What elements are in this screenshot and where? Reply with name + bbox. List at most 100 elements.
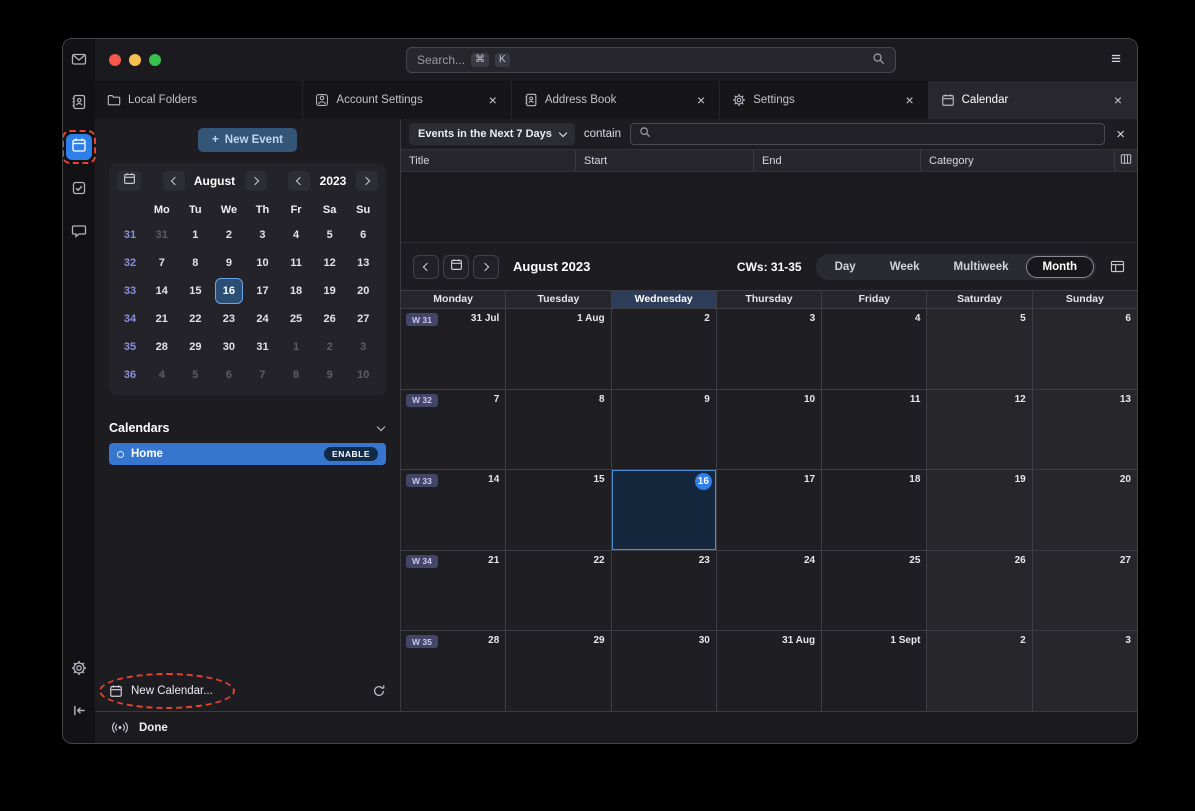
global-search-bar[interactable]: Search... ⌘ K — [406, 47, 896, 73]
new-calendar-button[interactable]: New Calendar... — [131, 685, 213, 697]
month-cell[interactable]: 19 — [927, 470, 1032, 550]
mini-calendar-day[interactable]: 8 — [283, 363, 309, 387]
mini-calendar-day[interactable]: 25 — [283, 307, 309, 331]
next-period-button[interactable] — [473, 255, 499, 279]
mini-calendar-day[interactable]: 17 — [249, 279, 275, 303]
enable-badge[interactable]: ENABLE — [324, 447, 378, 461]
month-day-header[interactable]: Tuesday — [506, 291, 611, 308]
mini-calendar-day[interactable]: 1 — [182, 223, 208, 247]
mini-calendar-day[interactable]: 20 — [350, 279, 376, 303]
sidebar-calendar-button[interactable] — [66, 134, 92, 160]
month-cell[interactable]: 22 — [506, 551, 611, 631]
mini-calendar-day[interactable]: 3 — [249, 223, 275, 247]
mini-calendar-today-button[interactable] — [117, 171, 141, 191]
month-day-header[interactable]: Monday — [401, 291, 506, 308]
month-day-header[interactable]: Wednesday — [612, 291, 717, 308]
mini-calendar-day[interactable]: 1 — [283, 335, 309, 359]
view-option-week[interactable]: Week — [874, 257, 936, 277]
previous-period-button[interactable] — [413, 255, 439, 279]
mini-calendar-day[interactable]: 8 — [182, 251, 208, 275]
mini-calendar-day[interactable]: 10 — [249, 251, 275, 275]
mini-calendar-day[interactable]: 29 — [182, 335, 208, 359]
month-day-header[interactable]: Sunday — [1033, 291, 1137, 308]
month-cell[interactable]: 3 — [1033, 631, 1137, 711]
event-search-input[interactable] — [657, 128, 1096, 140]
tab-close-icon[interactable]: × — [903, 92, 915, 108]
mini-calendar-day[interactable]: 9 — [216, 251, 242, 275]
month-cell[interactable]: W 3314 — [401, 470, 506, 550]
month-cell[interactable]: 25 — [822, 551, 927, 631]
month-day-header[interactable]: Friday — [822, 291, 927, 308]
month-cell[interactable]: 18 — [822, 470, 927, 550]
mini-calendar-day[interactable]: 14 — [149, 279, 175, 303]
month-cell[interactable]: W 3421 — [401, 551, 506, 631]
month-cell[interactable]: 8 — [506, 390, 611, 470]
tab-calendar[interactable]: Calendar × — [929, 81, 1137, 119]
column-title[interactable]: Title — [401, 150, 576, 171]
month-cell[interactable]: W 327 — [401, 390, 506, 470]
mini-calendar-day[interactable]: 2 — [317, 335, 343, 359]
tab-close-icon[interactable]: × — [487, 92, 499, 108]
view-option-day[interactable]: Day — [819, 257, 872, 277]
month-cell[interactable]: 1 Aug — [506, 309, 611, 389]
today-button[interactable] — [443, 255, 469, 279]
tab-account-settings[interactable]: Account Settings × — [303, 81, 511, 119]
event-table-body[interactable] — [401, 172, 1137, 242]
month-cell[interactable]: 11 — [822, 390, 927, 470]
mini-calendar-day[interactable]: 22 — [182, 307, 208, 331]
mini-calendar-day[interactable]: 13 — [350, 251, 376, 275]
month-cell[interactable]: 27 — [1033, 551, 1137, 631]
collapse-calendars-button[interactable] — [376, 425, 386, 432]
sidebar-mail-button[interactable] — [66, 48, 92, 74]
tab-address-book[interactable]: Address Book × — [512, 81, 720, 119]
sidebar-address-book-button[interactable] — [66, 91, 92, 117]
month-cell[interactable]: 13 — [1033, 390, 1137, 470]
app-menu-icon[interactable]: ≡ — [1111, 49, 1121, 69]
month-cell[interactable]: W 3131 Jul — [401, 309, 506, 389]
calendar-icon[interactable] — [109, 684, 123, 698]
close-filter-icon[interactable]: × — [1114, 126, 1127, 143]
month-cell[interactable]: 20 — [1033, 470, 1137, 550]
month-cell[interactable]: 29 — [506, 631, 611, 711]
month-day-header[interactable]: Thursday — [717, 291, 822, 308]
view-option-month[interactable]: Month — [1027, 257, 1093, 277]
mini-calendar-day[interactable]: 24 — [249, 307, 275, 331]
next-year-button[interactable] — [356, 171, 378, 191]
column-start[interactable]: Start — [576, 150, 754, 171]
mini-calendar-day[interactable]: 28 — [149, 335, 175, 359]
event-search-field[interactable] — [630, 123, 1105, 145]
close-window-button[interactable] — [109, 54, 121, 66]
tab-close-icon[interactable]: × — [695, 92, 707, 108]
tab-settings[interactable]: Settings × — [720, 81, 928, 119]
month-day-header[interactable]: Saturday — [927, 291, 1032, 308]
month-cell[interactable]: 2 — [612, 309, 717, 389]
mini-calendar-day[interactable]: 27 — [350, 307, 376, 331]
mini-calendar-day[interactable]: 31 — [249, 335, 275, 359]
sidebar-collapse-button[interactable] — [66, 700, 92, 726]
prev-year-button[interactable] — [288, 171, 310, 191]
mini-calendar-day[interactable]: 4 — [149, 363, 175, 387]
mini-calendar-day[interactable]: 3 — [350, 335, 376, 359]
mini-calendar-day[interactable]: 7 — [249, 363, 275, 387]
column-end[interactable]: End — [754, 150, 921, 171]
month-cell[interactable]: 10 — [717, 390, 822, 470]
tab-close-icon[interactable]: × — [1112, 92, 1124, 108]
month-cell[interactable]: 1 Sept — [822, 631, 927, 711]
month-cell[interactable]: 5 — [927, 309, 1032, 389]
mini-calendar-day[interactable]: 5 — [182, 363, 208, 387]
sidebar-tasks-button[interactable] — [66, 177, 92, 203]
next-month-button[interactable] — [245, 171, 267, 191]
column-picker-button[interactable] — [1115, 150, 1137, 171]
month-cell[interactable]: 4 — [822, 309, 927, 389]
mini-calendar-day[interactable]: 23 — [216, 307, 242, 331]
month-cell[interactable]: 15 — [506, 470, 611, 550]
sync-icon[interactable] — [372, 684, 386, 698]
month-cell[interactable]: 31 Aug — [717, 631, 822, 711]
mini-calendar-day[interactable]: 4 — [283, 223, 309, 247]
calendar-list-item-home[interactable]: Home ENABLE — [109, 443, 386, 465]
month-cell[interactable]: 17 — [717, 470, 822, 550]
month-cell[interactable]: 30 — [612, 631, 717, 711]
sidebar-settings-button[interactable] — [66, 657, 92, 683]
tab-local-folders[interactable]: Local Folders — [95, 81, 303, 119]
month-cell[interactable]: W 3528 — [401, 631, 506, 711]
